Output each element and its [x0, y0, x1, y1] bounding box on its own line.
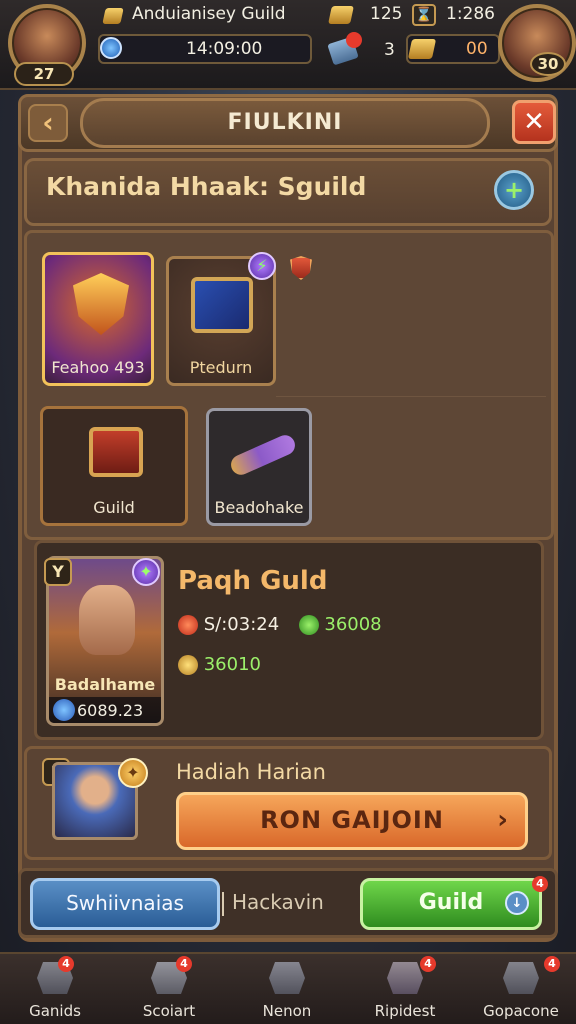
- power-shield-icon: [53, 699, 75, 721]
- rival-level-badge: 30: [530, 52, 566, 76]
- guild-notify-badge: 4: [532, 876, 548, 892]
- stat-row-1: S/:03:24 36008: [178, 614, 382, 635]
- hero-guild-title: Paqh Guld: [178, 566, 328, 596]
- nav-badge: 4: [176, 956, 192, 972]
- add-button[interactable]: +: [494, 170, 534, 210]
- guild-button-label: Guild: [418, 890, 484, 915]
- close-button[interactable]: ✕: [512, 100, 556, 144]
- hero-name: Badalhame: [54, 675, 156, 694]
- nav-label: Gopacone: [483, 1002, 559, 1020]
- nav-label: Ganids: [29, 1002, 81, 1020]
- nav-label: Ripidest: [374, 1002, 436, 1020]
- guild-icon: [102, 8, 124, 24]
- guild-name: Khanida Hhaak: Sguild: [46, 172, 367, 201]
- timer-bar: 14:09:00: [98, 34, 312, 64]
- stat-row-2: 36010: [178, 654, 261, 675]
- armor-icon: [387, 962, 423, 994]
- nav-item-gopacone[interactable]: 4 Gopacone: [466, 952, 576, 1024]
- panel-title: FIULKINI: [80, 98, 490, 148]
- clock-icon: [100, 37, 122, 59]
- guild-button[interactable]: Guild ↓: [360, 878, 542, 930]
- stat-time: S/:03:24: [203, 614, 280, 635]
- gem-amount: 3: [384, 40, 395, 60]
- join-button-label: RON GAIJOIN: [260, 806, 444, 834]
- hero-boost-icon: ✦: [132, 558, 160, 586]
- text-caret: [222, 892, 224, 916]
- gold-bar-icon: [328, 6, 354, 24]
- nav-item-nenon[interactable]: Nenon: [232, 952, 342, 1024]
- coin-bar[interactable]: 00: [406, 34, 500, 64]
- blue-chest-icon: [191, 277, 253, 333]
- gear-icon: [503, 962, 539, 994]
- red-chest-icon: [89, 427, 143, 477]
- tile-chest-label: Ptedurn: [189, 358, 253, 377]
- stat-gold: 36010: [203, 654, 261, 675]
- player-level-badge: 27: [14, 62, 74, 86]
- green-gem-icon: [298, 615, 319, 635]
- tile-guild-label: Guild: [93, 498, 135, 517]
- hero-rank-badge: Y: [44, 558, 72, 586]
- nav-badge: 4: [58, 956, 74, 972]
- switch-button[interactable]: Swhiivnaias: [30, 878, 220, 930]
- join-button[interactable]: RON GAIJOIN ›: [176, 792, 528, 850]
- gold-amount: 125: [370, 4, 403, 24]
- shield-emblem-icon: [73, 273, 129, 335]
- top-title: Anduianisey Guild: [132, 4, 286, 24]
- tile-emblem[interactable]: Feahoo 493: [42, 252, 154, 386]
- nav-item-ganids[interactable]: 4 Ganids: [0, 952, 110, 1024]
- member-buff-icon: ✦: [118, 758, 148, 788]
- anvil-icon: [269, 962, 305, 994]
- back-button[interactable]: ‹: [28, 104, 68, 142]
- timer-text: 14:09:00: [186, 39, 263, 59]
- fire-icon: [178, 615, 198, 635]
- hero-face: [79, 585, 135, 655]
- tile-guild[interactable]: Guild: [40, 406, 188, 526]
- hourglass-icon: ⌛: [412, 4, 436, 26]
- stat-green: 36008: [324, 614, 382, 635]
- hackavin-label: Hackavin: [232, 890, 324, 914]
- nav-item-scoiart[interactable]: 4 Scoiart: [114, 952, 224, 1024]
- boost-icon: ⚡: [248, 252, 276, 280]
- nav-item-ripidest[interactable]: 4 Ripidest: [350, 952, 460, 1024]
- nav-badge: 4: [544, 956, 560, 972]
- tile-scroll[interactable]: Beadohake: [206, 408, 312, 526]
- clock-readout: 1:286: [446, 4, 495, 24]
- arrow-right-icon: ›: [497, 805, 509, 835]
- member-name: Hadiah Harian: [176, 760, 326, 784]
- hero-power: 6089.23: [77, 701, 144, 720]
- coin-amount: 00: [466, 39, 488, 59]
- tile-emblem-label: Feahoo 493: [51, 358, 145, 377]
- nav-label: Scoiart: [142, 1002, 196, 1020]
- nav-badge: 4: [420, 956, 436, 972]
- tile-scroll-label: Beadohake: [214, 498, 304, 517]
- download-icon: ↓: [505, 891, 529, 915]
- gem-notify-badge: [346, 32, 362, 48]
- nav-label: Nenon: [262, 1002, 312, 1020]
- scroll-icon: [227, 432, 299, 478]
- gold-coin-icon: [178, 655, 198, 675]
- coin-stack-icon: [407, 39, 437, 59]
- divider: [276, 396, 546, 397]
